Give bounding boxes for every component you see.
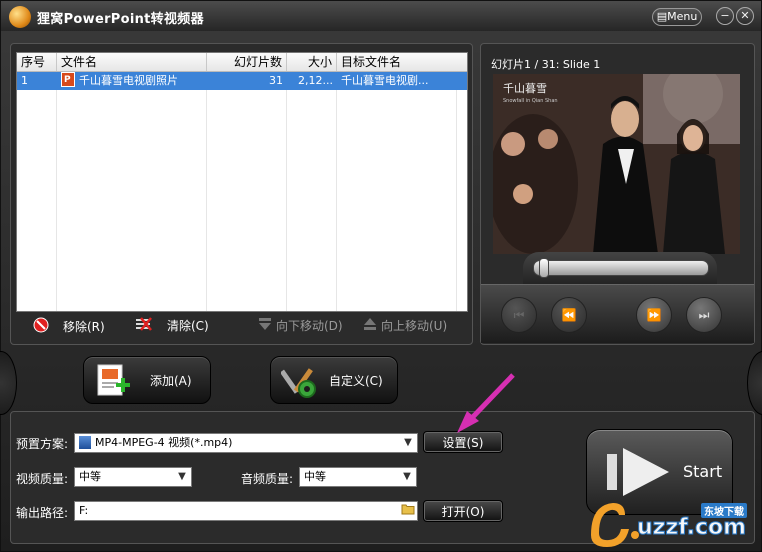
- video-quality-select[interactable]: 中等 ▼: [74, 467, 192, 487]
- window-title: 狸窝PowerPoint转视频器: [37, 12, 204, 27]
- title-bar[interactable]: 狸窝PowerPoint转视频器 ▤Menu − ✕: [1, 1, 761, 31]
- slide-title: 幻灯片1 / 31: Slide 1: [491, 58, 601, 71]
- minimize-button[interactable]: −: [716, 7, 734, 25]
- row-file-name: 千山暮雪电视剧照片: [57, 72, 207, 90]
- preset-select[interactable]: MP4-MPEG-4 视频(*.mp4) ▼: [74, 433, 418, 453]
- column-divider: [286, 90, 287, 311]
- move-down-button[interactable]: 向下移动(D): [258, 317, 343, 335]
- skip-forward-icon: ⏭: [698, 308, 710, 322]
- left-side-decoration: [0, 351, 17, 415]
- app-window: 狸窝PowerPoint转视频器 ▤Menu − ✕ 序号 文件名 幻灯片数 大…: [0, 0, 762, 552]
- skip-forward-button[interactable]: ⏭: [686, 297, 722, 333]
- move-down-label: 向下移动(D): [276, 319, 343, 333]
- row-target-name: 千山暮雪电视剧...: [341, 74, 429, 87]
- chevron-down-icon: ▼: [403, 471, 411, 482]
- move-up-button[interactable]: 向上移动(U): [363, 317, 447, 335]
- row-file-name-text: 千山暮雪电视剧照片: [79, 74, 178, 87]
- add-button-label: 添加(A): [150, 374, 192, 388]
- column-divider: [56, 90, 57, 311]
- file-list[interactable]: 序号 文件名 幻灯片数 大小 目标文件名 1 千山暮雪电视剧照片 31 2,12…: [16, 52, 468, 312]
- video-quality-value: 中等: [79, 470, 101, 483]
- fast-forward-button[interactable]: ⏩: [636, 297, 672, 333]
- rewind-button[interactable]: ⏪: [551, 297, 587, 333]
- column-index[interactable]: 序号: [17, 53, 57, 71]
- right-side-decoration: [747, 351, 762, 415]
- audio-quality-value: 中等: [304, 470, 326, 483]
- skip-back-button[interactable]: ⏮: [501, 297, 537, 333]
- annotation-arrow-icon: [457, 373, 515, 433]
- rewind-icon: ⏪: [561, 308, 577, 322]
- menu-button[interactable]: ▤Menu: [652, 8, 702, 26]
- output-path-label: 输出路径:: [16, 506, 69, 520]
- column-divider: [206, 90, 207, 311]
- arrow-up-icon: [363, 317, 377, 336]
- close-button[interactable]: ✕: [736, 7, 754, 25]
- open-folder-button[interactable]: 打开(O): [423, 500, 503, 522]
- slide-photo-illustration: 千山暮雪 Snowfall in Qian Shan: [493, 74, 740, 254]
- photo-caption: 千山暮雪: [503, 81, 547, 95]
- watermark-logo: uzzf.com 东坡下载: [585, 495, 757, 547]
- preset-label: 预置方案:: [16, 437, 69, 451]
- clear-label: 清除(C): [167, 319, 209, 333]
- add-file-icon: [94, 363, 132, 402]
- table-row[interactable]: 1 千山暮雪电视剧照片 31 2,12... 千山暮雪电视剧...: [17, 72, 467, 90]
- column-divider: [336, 90, 337, 311]
- chevron-down-icon: ▼: [404, 437, 412, 448]
- output-path-input[interactable]: F:: [74, 501, 418, 521]
- video-file-icon: [79, 436, 91, 449]
- watermark-tag: 东坡下载: [701, 503, 747, 518]
- folder-icon[interactable]: [399, 502, 417, 520]
- slide-preview-image: 千山暮雪 Snowfall in Qian Shan: [493, 74, 740, 254]
- ppt-file-icon: [61, 72, 75, 89]
- seek-bar[interactable]: [533, 260, 709, 276]
- menu-label: Menu: [667, 10, 698, 23]
- customize-button[interactable]: 自定义(C): [270, 356, 398, 404]
- start-button-label: Start: [683, 462, 723, 481]
- remove-button[interactable]: 移除(R): [33, 317, 105, 335]
- remove-icon: [33, 317, 49, 338]
- column-target-name[interactable]: 目标文件名: [337, 53, 467, 71]
- column-divider: [456, 90, 457, 311]
- photo-subcaption: Snowfall in Qian Shan: [503, 98, 558, 104]
- skip-back-icon: ⏮: [513, 308, 525, 322]
- audio-quality-label: 音频质量:: [241, 472, 294, 486]
- row-index: 1: [21, 74, 28, 87]
- preview-panel: 幻灯片1 / 31: Slide 1 千山暮雪 Snowfall in Qian…: [480, 43, 755, 345]
- preset-value: MP4-MPEG-4 视频(*.mp4): [95, 436, 233, 449]
- clear-button[interactable]: 清除(C): [135, 317, 209, 335]
- video-quality-label: 视频质量:: [16, 472, 69, 486]
- customize-button-label: 自定义(C): [329, 374, 383, 388]
- app-logo-icon: [9, 6, 31, 28]
- column-file-name[interactable]: 文件名: [57, 53, 207, 71]
- output-path-value: F:: [79, 504, 89, 517]
- column-slide-count[interactable]: 幻灯片数: [207, 53, 287, 71]
- seek-knob[interactable]: [539, 258, 549, 278]
- row-size: 2,12...: [298, 74, 333, 87]
- column-size[interactable]: 大小: [287, 53, 337, 71]
- move-up-label: 向上移动(U): [381, 319, 448, 333]
- file-list-panel: 序号 文件名 幻灯片数 大小 目标文件名 1 千山暮雪电视剧照片 31 2,12…: [10, 43, 473, 345]
- fast-forward-icon: ⏩: [646, 308, 662, 322]
- audio-quality-select[interactable]: 中等 ▼: [299, 467, 417, 487]
- menu-icon: ▤: [656, 10, 668, 23]
- clear-icon: [135, 317, 153, 336]
- watermark-brand: uzzf.com: [636, 515, 747, 541]
- file-list-header: 序号 文件名 幻灯片数 大小 目标文件名: [17, 53, 467, 72]
- arrow-down-icon: [258, 317, 272, 336]
- remove-label: 移除(R): [63, 320, 105, 334]
- row-slide-count: 31: [269, 74, 283, 87]
- chevron-down-icon: ▼: [178, 471, 186, 482]
- tools-icon: [279, 363, 319, 402]
- add-button[interactable]: 添加(A): [83, 356, 211, 404]
